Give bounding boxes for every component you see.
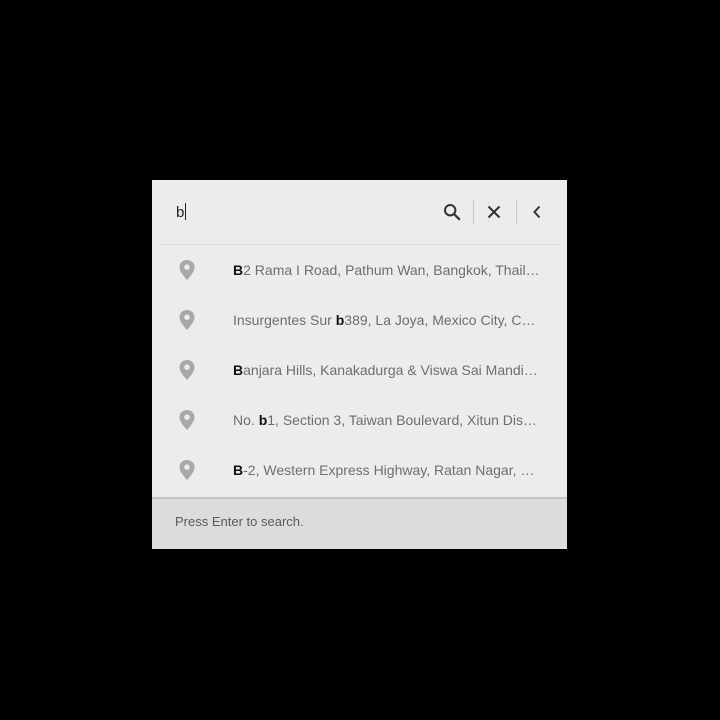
toolbar-separator xyxy=(516,200,517,224)
suggestion-label: Banjara Hills, Kanakadurga & Viswa Sai M… xyxy=(233,362,538,378)
suggestion-label: B-2, Western Express Highway, Ratan Naga… xyxy=(233,462,540,478)
location-pin-icon xyxy=(179,310,195,330)
clear-button[interactable] xyxy=(482,200,506,224)
match-highlight: B xyxy=(233,262,244,278)
suggestion-label: No. b1, Section 3, Taiwan Boulevard, Xit… xyxy=(233,412,538,428)
location-pin-icon xyxy=(179,410,195,430)
match-highlight: B xyxy=(233,462,244,478)
search-panel: b B2 Rama I Road, Pathum Wan, Bangkok, T… xyxy=(152,180,567,549)
toolbar-separator xyxy=(473,200,474,224)
chevron-left-icon xyxy=(533,205,541,219)
suggestion-item[interactable]: B2 Rama I Road, Pathum Wan, Bangkok, Tha… xyxy=(152,245,567,295)
match-highlight: b xyxy=(335,312,345,328)
search-bar: b xyxy=(152,180,567,244)
match-highlight: b xyxy=(258,412,268,428)
search-footer: Press Enter to search. xyxy=(152,497,567,549)
suggestion-list: B2 Rama I Road, Pathum Wan, Bangkok, Tha… xyxy=(152,245,567,495)
suggestion-label: B2 Rama I Road, Pathum Wan, Bangkok, Tha… xyxy=(233,262,540,278)
search-button[interactable] xyxy=(440,200,464,224)
search-query-text: b xyxy=(176,204,185,221)
suggestion-item[interactable]: B-2, Western Express Highway, Ratan Naga… xyxy=(152,445,567,495)
suggestion-item[interactable]: Banjara Hills, Kanakadurga & Viswa Sai M… xyxy=(152,345,567,395)
back-button[interactable] xyxy=(525,200,549,224)
search-input[interactable]: b xyxy=(176,203,187,222)
location-pin-icon xyxy=(179,360,195,380)
suggestion-item[interactable]: No. b1, Section 3, Taiwan Boulevard, Xit… xyxy=(152,395,567,445)
location-pin-icon xyxy=(179,460,195,480)
location-pin-icon xyxy=(179,260,195,280)
footer-hint: Press Enter to search. xyxy=(175,514,304,529)
close-icon xyxy=(487,205,501,219)
match-highlight: B xyxy=(233,362,244,378)
suggestion-label: Insurgentes Sur b389, La Joya, Mexico Ci… xyxy=(233,312,536,328)
suggestion-item[interactable]: Insurgentes Sur b389, La Joya, Mexico Ci… xyxy=(152,295,567,345)
text-caret xyxy=(185,203,187,220)
search-icon xyxy=(444,204,461,221)
